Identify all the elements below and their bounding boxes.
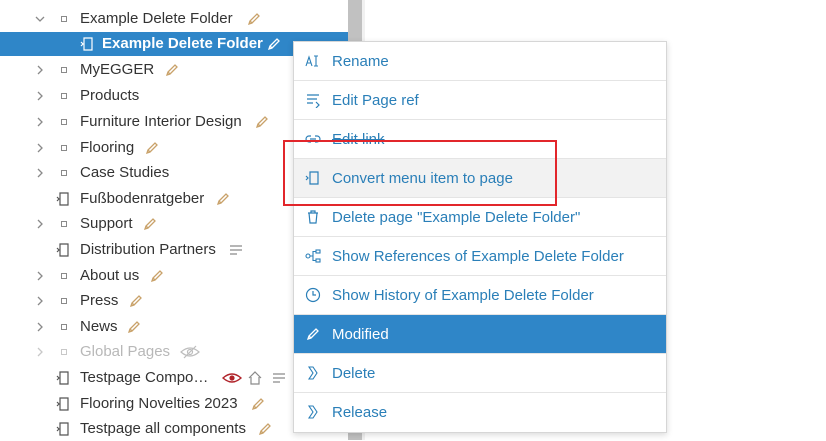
chevron-right-icon[interactable]	[34, 270, 46, 282]
trash-icon	[305, 209, 321, 225]
pencil-icon[interactable]	[257, 421, 273, 437]
menu-item-modified[interactable]: Modified	[294, 315, 666, 354]
lines-icon[interactable]	[271, 370, 287, 386]
menu-item-delete-page[interactable]: Delete page "Example Delete Folder"	[294, 198, 666, 237]
menu-item-label: Rename	[332, 53, 389, 70]
page-icon	[56, 396, 70, 412]
chevron-right-icon[interactable]	[34, 295, 46, 307]
context-menu: Rename Edit Page ref Edit link Convert m…	[293, 41, 667, 433]
pencil-icon[interactable]	[266, 36, 282, 52]
page-icon	[80, 36, 94, 52]
menu-item-show-history[interactable]: Show History of Example Delete Folder	[294, 276, 666, 315]
tree-item-label: Global Pages	[80, 343, 171, 360]
clock-icon	[305, 287, 321, 303]
tree-item-label: Example Delete Folder	[80, 10, 233, 27]
tree-item-label: Testpage Compo…	[80, 369, 209, 386]
tree-item-label: About us	[80, 267, 140, 284]
edit-page-ref-icon	[305, 92, 321, 109]
tree-item-label: Furniture Interior Design	[80, 113, 242, 130]
home-icon[interactable]	[247, 370, 263, 386]
page-icon	[56, 421, 70, 437]
menu-item-release[interactable]: Release	[294, 393, 666, 432]
link-icon	[305, 131, 321, 147]
tree-item-label: News	[80, 318, 118, 335]
menu-item-convert-menu-item-to-page[interactable]: Convert menu item to page	[294, 159, 666, 198]
folder-node-icon	[61, 145, 67, 151]
menu-item-edit-page-ref[interactable]: Edit Page ref	[294, 81, 666, 120]
folder-node-icon	[61, 119, 67, 125]
chevron-right-icon[interactable]	[34, 321, 46, 333]
tree-item-label: Fußbodenratgeber	[80, 190, 205, 207]
chevron-right-icon[interactable]	[34, 167, 46, 179]
tree-item-label: Case Studies	[80, 164, 170, 181]
pencil-icon[interactable]	[246, 11, 262, 27]
pencil-icon[interactable]	[250, 396, 266, 412]
tree-item-example-delete-folder[interactable]: Example Delete Folder	[0, 7, 348, 31]
tree-item-label: MyEGGER	[80, 61, 155, 78]
folder-node-icon	[61, 221, 67, 227]
chevron-right-icon[interactable]	[34, 116, 46, 128]
menu-item-label: Edit link	[332, 131, 385, 148]
tree-item-label: Distribution Partners	[80, 241, 216, 258]
page-icon	[56, 191, 70, 207]
menu-item-rename[interactable]: Rename	[294, 42, 666, 81]
rename-icon	[305, 53, 321, 69]
folder-node-icon	[61, 273, 67, 279]
chevron-right-icon[interactable]	[34, 142, 46, 154]
menu-item-show-references[interactable]: Show References of Example Delete Folder	[294, 237, 666, 276]
eye-icon[interactable]	[221, 370, 243, 386]
workflow-chevron-icon	[305, 404, 321, 420]
menu-item-label: Show History of Example Delete Folder	[332, 287, 594, 304]
pencil-icon[interactable]	[164, 62, 180, 78]
tree-item-label: Support	[80, 215, 133, 232]
pencil-icon[interactable]	[144, 140, 160, 156]
folder-node-icon	[61, 67, 67, 73]
pencil-icon[interactable]	[149, 268, 165, 284]
menu-item-delete[interactable]: Delete	[294, 354, 666, 393]
pencil-icon[interactable]	[126, 319, 142, 335]
menu-item-label: Show References of Example Delete Folder	[332, 248, 624, 265]
folder-node-icon	[61, 16, 67, 22]
menu-item-label: Modified	[332, 326, 389, 343]
folder-node-icon	[61, 349, 67, 355]
menu-item-edit-link[interactable]: Edit link	[294, 120, 666, 159]
menu-item-label: Delete	[332, 365, 376, 382]
pencil-icon[interactable]	[128, 293, 144, 309]
menu-item-label: Release	[332, 404, 388, 421]
pencil-icon[interactable]	[142, 216, 158, 232]
tree-item-label: Example Delete Folder	[102, 35, 263, 52]
chevron-right-icon[interactable]	[34, 218, 46, 230]
folder-node-icon	[61, 93, 67, 99]
pencil-icon[interactable]	[254, 114, 270, 130]
tree-item-label: Flooring Novelties 2023	[80, 395, 238, 412]
pencil-icon[interactable]	[215, 191, 231, 207]
chevron-right-icon[interactable]	[34, 64, 46, 76]
folder-node-icon	[61, 324, 67, 330]
page-icon	[305, 170, 321, 186]
lines-icon[interactable]	[228, 242, 244, 258]
chevron-right-icon[interactable]	[34, 90, 46, 102]
eye-slash-icon[interactable]	[180, 344, 200, 360]
page-icon	[56, 370, 70, 386]
folder-node-icon	[61, 170, 67, 176]
tree-item-label: Testpage all components	[80, 420, 246, 437]
menu-item-label: Delete page "Example Delete Folder"	[332, 209, 581, 226]
workflow-chevron-icon	[305, 365, 321, 381]
tree-item-label: Press	[80, 292, 119, 309]
menu-item-label: Convert menu item to page	[332, 170, 513, 187]
tree-item-label: Products	[80, 87, 140, 104]
pencil-icon	[305, 326, 321, 342]
chevron-down-icon[interactable]	[34, 13, 46, 25]
references-icon	[305, 248, 321, 264]
folder-node-icon	[61, 298, 67, 304]
chevron-right-icon[interactable]	[34, 346, 46, 358]
page-icon	[56, 242, 70, 258]
menu-item-label: Edit Page ref	[332, 92, 419, 109]
tree-item-label: Flooring	[80, 139, 135, 156]
